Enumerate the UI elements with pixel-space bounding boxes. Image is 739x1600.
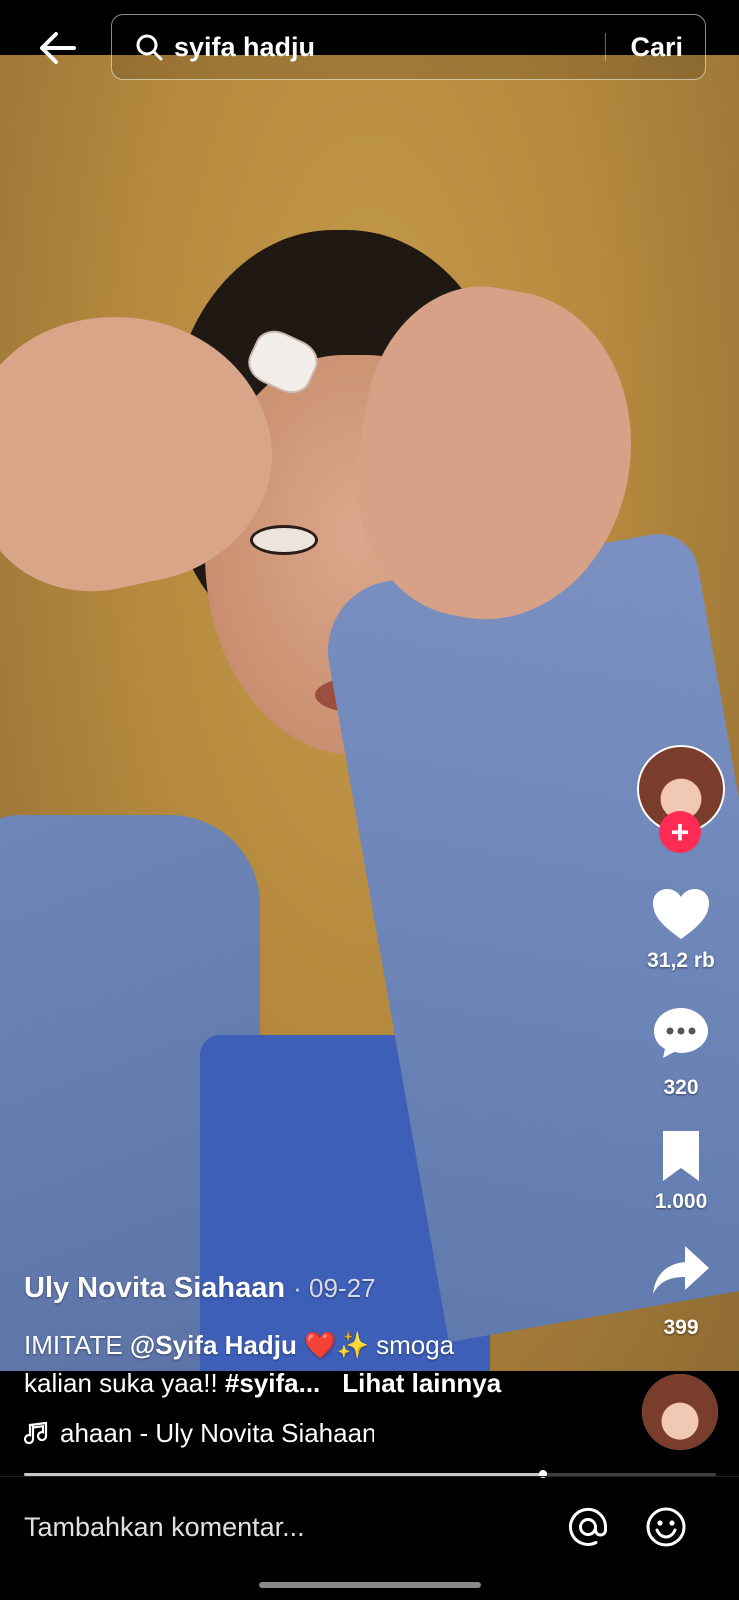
at-icon[interactable] — [566, 1505, 610, 1549]
save-count: 1.000 — [654, 1190, 708, 1213]
share-count: 399 — [663, 1316, 699, 1339]
caption-emoji: ❤️✨ — [304, 1330, 369, 1360]
music-note-icon — [24, 1421, 50, 1447]
mention-link[interactable]: @Syifa Hadju — [130, 1330, 297, 1360]
comment-input[interactable]: Tambahkan komentar... — [24, 1512, 305, 1543]
music-info[interactable]: ahaan - Uly Novita Siahaan — [24, 1418, 374, 1449]
bookmark-icon[interactable] — [651, 1128, 711, 1184]
emoji-icon[interactable] — [644, 1505, 688, 1549]
comment-icon[interactable] — [651, 1005, 711, 1061]
search-bar[interactable]: syifa hadju Cari — [111, 14, 706, 80]
divider — [0, 1476, 739, 1477]
heart-icon[interactable] — [651, 887, 711, 943]
search-button[interactable]: Cari — [606, 32, 705, 63]
share-icon[interactable] — [651, 1242, 711, 1298]
home-indicator[interactable] — [259, 1582, 481, 1588]
search-icon — [134, 32, 164, 62]
back-arrow-icon[interactable] — [36, 26, 80, 70]
plus-icon: + — [670, 814, 690, 850]
music-title: ahaan - Uly Novita Siahaan — [60, 1418, 374, 1448]
caption-text: kalian suka yaa!! — [24, 1368, 225, 1398]
music-disc-avatar[interactable] — [642, 1374, 718, 1450]
caption-text: smoga — [368, 1330, 455, 1360]
like-count: 31,2 rb — [647, 949, 715, 972]
hashtag-link[interactable]: #syifa... — [225, 1368, 320, 1398]
author-name[interactable]: Uly Novita Siahaan — [24, 1272, 285, 1304]
see-more-link[interactable]: Lihat lainnya — [342, 1368, 501, 1398]
post-date: · 09-27 — [293, 1273, 376, 1303]
follow-button[interactable]: + — [659, 811, 701, 853]
comment-count: 320 — [663, 1076, 699, 1099]
author-row: Uly Novita Siahaan · 09-27 — [24, 1272, 376, 1305]
search-input[interactable]: syifa hadju — [174, 32, 605, 63]
caption-line-2: kalian suka yaa!! #syifa... Lihat lainnya — [24, 1368, 501, 1399]
caption-line-1: IMITATE @Syifa Hadju ❤️✨ smoga — [24, 1330, 454, 1361]
video-player[interactable] — [0, 55, 739, 1371]
caption-text: IMITATE — [24, 1330, 130, 1360]
